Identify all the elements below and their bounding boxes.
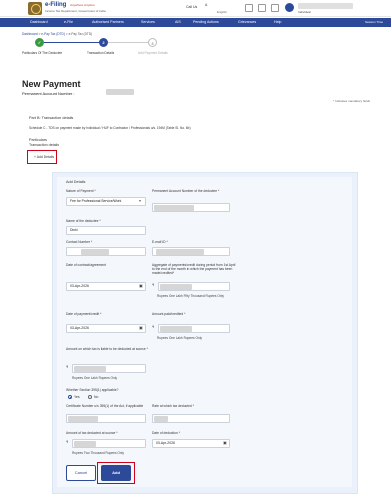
- nav-grievances[interactable]: Grievances: [238, 20, 256, 24]
- transaction-details-label: Transaction details: [29, 143, 60, 147]
- page-title: New Payment: [22, 79, 81, 89]
- email-masked: [156, 248, 204, 255]
- section-no-radio[interactable]: [88, 395, 92, 399]
- deduction-date-input[interactable]: 03-Apr-2026: [152, 439, 230, 448]
- step-3-label: Add Payment Details: [138, 51, 168, 55]
- emblem-icon: [28, 2, 42, 15]
- payment-date-input[interactable]: 03-Apr-2026: [66, 324, 146, 333]
- main-nav: Dashboard e-File Authorised Partners Ser…: [0, 18, 391, 27]
- pan-label: Permanent Account Number :: [22, 91, 75, 96]
- logo-tagline: Anywhere Anytime: [70, 3, 95, 7]
- payment-date-label: Date of payment/credit *: [66, 312, 102, 316]
- rupee-icon: ₹: [152, 283, 155, 287]
- rupee-icon: ₹: [152, 325, 155, 329]
- nav-help[interactable]: Help: [274, 20, 281, 24]
- name-label: Name of the deductee *: [66, 219, 101, 223]
- step-3-indicator: 3: [148, 38, 157, 47]
- amount-paid-label: Amount paid/credited *: [152, 312, 186, 316]
- tax-deducted-masked: [74, 440, 96, 447]
- nav-services[interactable]: Services: [141, 20, 155, 24]
- particulars-heading: Particulars: [29, 138, 47, 142]
- nav-efile[interactable]: e-File: [64, 20, 73, 24]
- nav-dashboard[interactable]: Dashboard: [30, 20, 48, 24]
- call-us-link[interactable]: Call Us: [186, 5, 197, 9]
- notification-icon[interactable]: [258, 4, 266, 12]
- certificate-label: Certificate Number u/s 395(1) of the Act…: [66, 404, 144, 408]
- user-type: Individual: [298, 10, 311, 14]
- language-selector[interactable]: English: [217, 10, 227, 14]
- aggregate-words: Rupees One Lakh Fifty Thousand Rupees On…: [157, 294, 224, 298]
- logo-dept: Income Tax Department, Government of Ind…: [45, 9, 106, 13]
- breadcrumb-dashboard[interactable]: Dashboard: [22, 32, 38, 36]
- nature-label: Nature of Payment *: [66, 189, 96, 193]
- rate-label: Rate at which tax deducted *: [152, 404, 194, 408]
- add-details-link[interactable]: + Add Details: [34, 155, 54, 159]
- contract-date-input[interactable]: 03-Apr-2026: [66, 282, 146, 291]
- step-2-label: Transaction Details: [87, 51, 115, 55]
- section-label: Whether Section 395(1) applicable?: [66, 388, 119, 392]
- top-header: e-Filing Anywhere Anytime Income Tax Dep…: [0, 0, 391, 17]
- step-connector: [108, 42, 148, 43]
- partb-title: Part B: Transaction details: [29, 116, 74, 120]
- pan-value-masked: [106, 89, 134, 95]
- mandatory-note: * Indicates mandatory fields: [333, 99, 370, 103]
- step-2-indicator: 2: [99, 38, 108, 47]
- user-name-masked: [298, 3, 353, 9]
- add-button[interactable]: Add: [101, 465, 131, 481]
- breadcrumb: Dashboard > e-Pay Tax (DTD) > e-Pay Tax …: [22, 32, 93, 36]
- nav-ais[interactable]: AIS: [175, 20, 181, 24]
- contract-date-label: Date of contract/agreement: [66, 263, 106, 267]
- session-time: Session Time: [364, 20, 383, 24]
- name-input[interactable]: Dinki: [66, 226, 146, 235]
- nature-select[interactable]: Fee for Professional Service/Work: [66, 197, 146, 206]
- step-connector: [44, 42, 99, 43]
- logo-title[interactable]: e-Filing: [45, 2, 66, 8]
- step-1-check-icon: ✓: [35, 38, 44, 47]
- section-no-label: No: [94, 395, 99, 399]
- contact-masked: [81, 248, 109, 255]
- accessibility-icon[interactable]: [245, 4, 253, 12]
- amount-deducted-masked: [74, 365, 106, 372]
- aggregate-label: Aggregate of payments/credit during peri…: [152, 263, 236, 276]
- aggregate-masked: [160, 283, 192, 290]
- calendar-icon[interactable]: ▣: [223, 440, 227, 445]
- amount-paid-masked: [160, 325, 192, 332]
- email-label: E-mail ID *: [152, 240, 168, 244]
- section-yes-label: Yes: [74, 395, 80, 399]
- rate-masked: [154, 415, 168, 422]
- amount-paid-words: Rupees One Lakh Rupees Only: [157, 336, 203, 340]
- tax-deducted-label: Amount of tax deducted at source *: [66, 431, 118, 435]
- cancel-button[interactable]: Cancel: [66, 465, 96, 481]
- step-1-label: Particulars Of The Deductee: [22, 51, 63, 55]
- breadcrumb-epay-tax[interactable]: e-Pay Tax (DTD): [41, 32, 65, 36]
- contact-label: Contact Number *: [66, 240, 93, 244]
- nav-authorised-partners[interactable]: Authorised Partners: [92, 20, 124, 24]
- chevron-down-icon: ▾: [139, 198, 142, 203]
- add-details-highlight[interactable]: + Add Details: [27, 150, 57, 164]
- amount-deducted-label: Amount on which tax is liable to be dedu…: [66, 347, 148, 351]
- form-heading: Add Details: [66, 180, 86, 184]
- pan-deductee-label: Permanent Account Number of the deductee…: [152, 189, 220, 193]
- language-icon[interactable]: A: [205, 3, 207, 7]
- calendar-icon[interactable]: ▣: [139, 283, 143, 288]
- deduction-date-label: Date of deduction *: [152, 431, 181, 435]
- tax-deducted-words: Rupees Two Thousand Rupees Only: [72, 451, 124, 455]
- amount-deducted-words: Rupees One Lakh Rupees Only: [72, 376, 118, 380]
- settings-icon[interactable]: [271, 4, 279, 12]
- partb-schedule: Schedule C - TDS on payment made by Indi…: [29, 126, 191, 130]
- certificate-masked: [68, 415, 98, 422]
- pan-deductee-masked: [154, 204, 194, 211]
- rupee-icon: ₹: [66, 440, 69, 444]
- section-yes-radio[interactable]: [68, 395, 72, 399]
- nav-pending-actions[interactable]: Pending Actions: [193, 20, 219, 24]
- user-avatar-icon[interactable]: [285, 3, 294, 12]
- rupee-icon: ₹: [66, 365, 69, 369]
- calendar-icon[interactable]: ▣: [139, 325, 143, 330]
- breadcrumb-current: e-Pay Tax (DTD): [68, 32, 93, 36]
